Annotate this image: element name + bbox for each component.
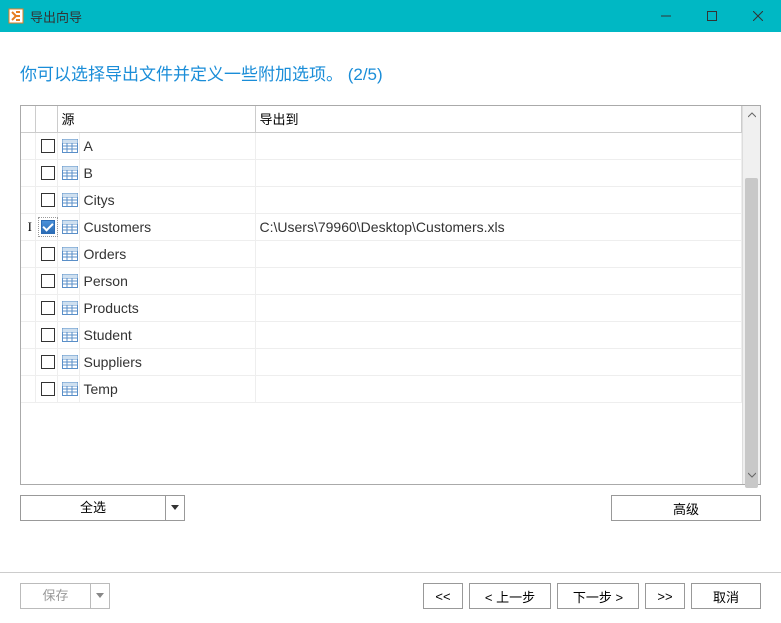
row-marker [21, 294, 35, 321]
row-checkbox[interactable] [35, 348, 57, 375]
table-icon [57, 240, 79, 267]
select-all-button[interactable]: 全选 [20, 495, 185, 521]
export-path[interactable]: C:\Users\79960\Desktop\Customers.xls [255, 213, 741, 240]
app-icon [8, 8, 24, 24]
source-name: Person [79, 267, 255, 294]
source-name: Suppliers [79, 348, 255, 375]
table-row[interactable]: Products [21, 294, 742, 321]
source-name: Citys [79, 186, 255, 213]
table-icon [57, 132, 79, 159]
table-icon [57, 348, 79, 375]
table-row[interactable]: Student [21, 321, 742, 348]
table-row[interactable]: Citys [21, 186, 742, 213]
export-path[interactable] [255, 267, 741, 294]
last-button[interactable]: >> [645, 583, 685, 609]
table-icon [57, 375, 79, 402]
table-row[interactable]: Temp [21, 375, 742, 402]
table-row[interactable]: Suppliers [21, 348, 742, 375]
scroll-down-icon[interactable] [743, 466, 760, 484]
source-name: Customers [79, 213, 255, 240]
vertical-scrollbar[interactable] [742, 106, 760, 484]
save-button[interactable]: 保存 [20, 583, 110, 609]
window-title: 导出向导 [30, 7, 82, 26]
prev-button[interactable]: < 上一步 [469, 583, 551, 609]
row-marker [21, 132, 35, 159]
row-marker [21, 240, 35, 267]
column-header-source[interactable]: 源 [57, 106, 255, 132]
table-row[interactable]: Orders [21, 240, 742, 267]
row-checkbox[interactable] [35, 375, 57, 402]
table-icon [57, 267, 79, 294]
row-checkbox[interactable] [35, 321, 57, 348]
row-marker [21, 348, 35, 375]
export-path[interactable] [255, 186, 741, 213]
wizard-step-description: 你可以选择导出文件并定义一些附加选项。 (2/5) [0, 32, 781, 105]
column-header-marker[interactable] [21, 106, 35, 132]
table-icon [57, 294, 79, 321]
cancel-button[interactable]: 取消 [691, 583, 761, 609]
table-row[interactable]: B [21, 159, 742, 186]
scroll-up-icon[interactable] [743, 106, 760, 124]
source-name: Products [79, 294, 255, 321]
row-checkbox[interactable] [35, 267, 57, 294]
table-icon [57, 321, 79, 348]
source-name: Student [79, 321, 255, 348]
maximize-button[interactable] [689, 0, 735, 32]
export-table: 源 导出到 ABCitys I CustomersC:\Users\79960\De… [20, 105, 761, 485]
export-path[interactable] [255, 348, 741, 375]
source-name: Temp [79, 375, 255, 402]
chevron-down-icon[interactable] [165, 495, 185, 521]
row-checkbox[interactable] [35, 159, 57, 186]
row-marker [21, 375, 35, 402]
table-icon [57, 213, 79, 240]
row-marker [21, 321, 35, 348]
export-path[interactable] [255, 132, 741, 159]
table-row[interactable]: Person [21, 267, 742, 294]
table-icon [57, 186, 79, 213]
row-marker: I [21, 213, 35, 240]
source-name: B [79, 159, 255, 186]
minimize-button[interactable] [643, 0, 689, 32]
table-row[interactable]: I CustomersC:\Users\79960\Desktop\Custome… [21, 213, 742, 240]
row-checkbox[interactable] [35, 186, 57, 213]
table-icon [57, 159, 79, 186]
row-marker [21, 186, 35, 213]
row-checkbox[interactable] [35, 132, 57, 159]
titlebar: 导出向导 [0, 0, 781, 32]
table-row[interactable]: A [21, 132, 742, 159]
row-marker [21, 159, 35, 186]
row-checkbox[interactable] [35, 213, 57, 240]
row-marker [21, 267, 35, 294]
export-path[interactable] [255, 321, 741, 348]
column-header-export[interactable]: 导出到 [255, 106, 741, 132]
column-header-check[interactable] [35, 106, 57, 132]
row-checkbox[interactable] [35, 294, 57, 321]
source-name: A [79, 132, 255, 159]
export-path[interactable] [255, 240, 741, 267]
footer: 保存 << < 上一步 下一步 > >> 取消 [0, 572, 781, 623]
scroll-thumb[interactable] [745, 178, 758, 488]
row-checkbox[interactable] [35, 240, 57, 267]
chevron-down-icon[interactable] [90, 583, 110, 609]
export-path[interactable] [255, 294, 741, 321]
close-button[interactable] [735, 0, 781, 32]
advanced-button[interactable]: 高级 [611, 495, 761, 521]
export-path[interactable] [255, 159, 741, 186]
source-name: Orders [79, 240, 255, 267]
next-button[interactable]: 下一步 > [557, 583, 639, 609]
export-path[interactable] [255, 375, 741, 402]
first-button[interactable]: << [423, 583, 463, 609]
